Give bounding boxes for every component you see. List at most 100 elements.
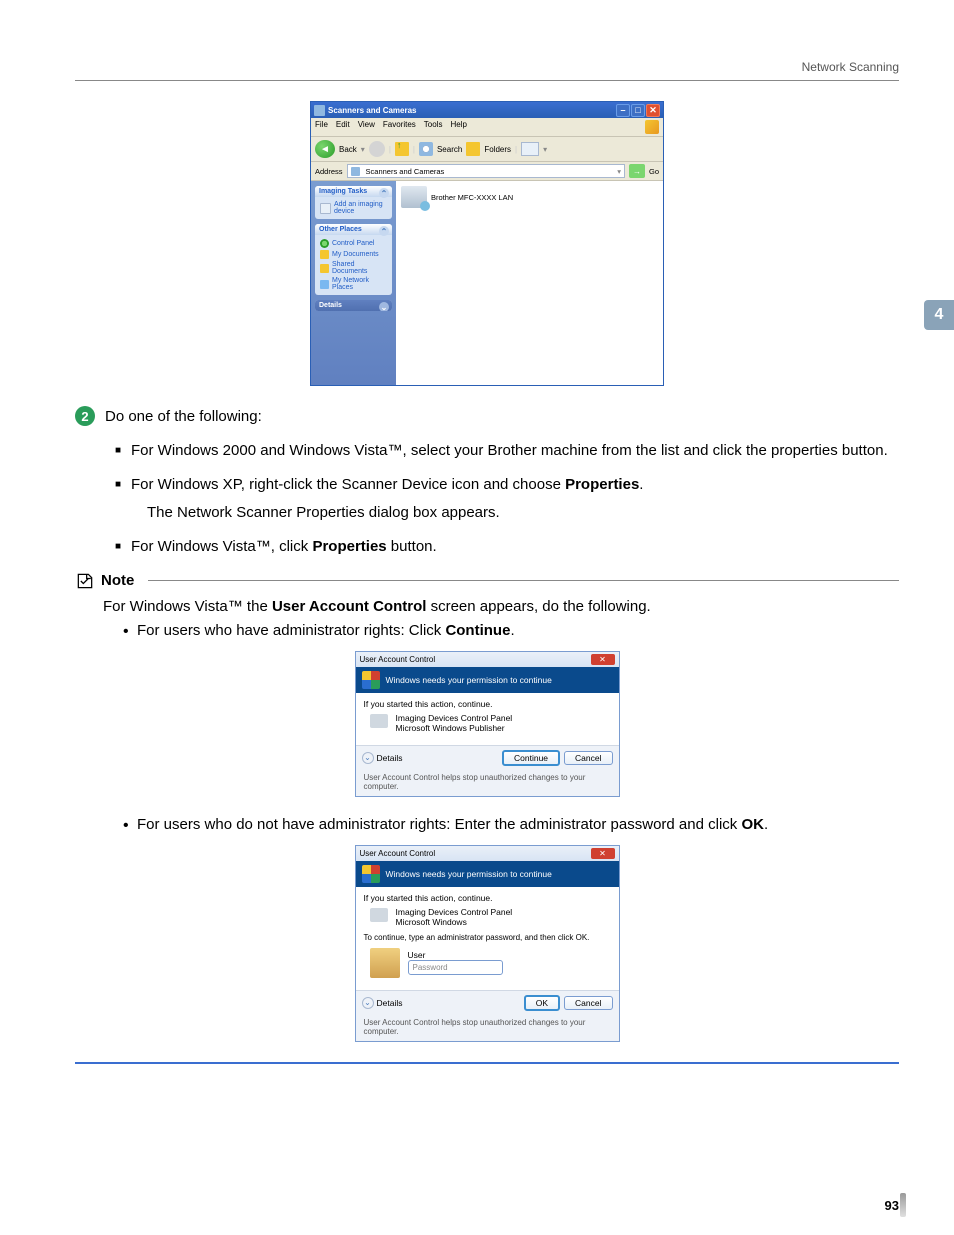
address-value: Scanners and Cameras bbox=[366, 167, 445, 176]
uac-banner: Windows needs your permission to continu… bbox=[356, 667, 619, 693]
chapter-tab: 4 bbox=[924, 300, 954, 330]
note-item-nonadmin: For users who do not have administrator … bbox=[123, 813, 899, 837]
menu-edit[interactable]: Edit bbox=[336, 120, 350, 134]
maximize-button[interactable]: □ bbox=[631, 104, 645, 117]
folder-icon bbox=[351, 167, 360, 176]
up-icon[interactable]: ↑ bbox=[395, 142, 409, 156]
folders-icon[interactable] bbox=[466, 142, 480, 156]
views-icon[interactable] bbox=[521, 142, 539, 156]
windows-logo-icon bbox=[645, 120, 659, 134]
panel-other-places: Other Places ⌃ Control Panel My Document… bbox=[315, 224, 392, 295]
menu-tools[interactable]: Tools bbox=[424, 120, 443, 134]
step-options: For Windows 2000 and Windows Vista™, sel… bbox=[115, 439, 899, 559]
note-lead: For Windows Vista™ the User Account Cont… bbox=[103, 595, 899, 619]
close-button[interactable]: ✕ bbox=[591, 654, 615, 665]
shield-icon bbox=[362, 865, 380, 883]
uac-dialog-continue: User Account Control ✕ Windows needs you… bbox=[355, 651, 620, 797]
note-label: Note bbox=[101, 572, 134, 589]
uac-footer: User Account Control helps stop unauthor… bbox=[356, 1015, 619, 1041]
note-rule bbox=[148, 580, 899, 581]
continue-button[interactable]: Continue bbox=[502, 750, 560, 766]
chevron-down-icon: ⌄ bbox=[362, 752, 374, 764]
details-toggle[interactable]: ⌄ Details bbox=[362, 997, 403, 1009]
menu-view[interactable]: View bbox=[358, 120, 375, 134]
folders-label[interactable]: Folders bbox=[484, 145, 511, 154]
chevron-down-icon: ⌄ bbox=[362, 997, 374, 1009]
scanner-icon bbox=[401, 186, 427, 208]
header-rule bbox=[75, 80, 899, 81]
cancel-button[interactable]: Cancel bbox=[564, 996, 612, 1010]
explorer-sidebar: Imaging Tasks ⌃ Add an imaging device Ot… bbox=[311, 181, 396, 385]
search-label[interactable]: Search bbox=[437, 145, 462, 154]
close-button[interactable]: ✕ bbox=[646, 104, 660, 117]
sidebar-item-my-network-places[interactable]: My Network Places bbox=[320, 276, 387, 292]
search-icon[interactable] bbox=[419, 142, 433, 156]
uac-banner: Windows needs your permission to continu… bbox=[356, 861, 619, 887]
menubar: File Edit View Favorites Tools Help bbox=[311, 118, 663, 137]
dropdown-icon[interactable]: ▾ bbox=[543, 145, 547, 154]
toolbar: ◄ Back ▾ | ↑ | Search Folders | ▾ bbox=[311, 137, 663, 162]
ok-button[interactable]: OK bbox=[524, 995, 560, 1011]
expand-icon[interactable]: ⌄ bbox=[379, 302, 389, 311]
panel-header[interactable]: Details ⌄ bbox=[315, 300, 392, 311]
menu-help[interactable]: Help bbox=[450, 120, 466, 134]
note-header: Note bbox=[75, 571, 899, 591]
collapse-icon[interactable]: ⌃ bbox=[379, 188, 389, 198]
close-button[interactable]: ✕ bbox=[591, 848, 615, 859]
page-corner-decoration bbox=[900, 1193, 906, 1217]
option-winxp: For Windows XP, right-click the Scanner … bbox=[115, 473, 899, 525]
option-win2000-vista: For Windows 2000 and Windows Vista™, sel… bbox=[115, 439, 899, 463]
note-list-2: For users who do not have administrator … bbox=[123, 813, 899, 837]
password-input[interactable]: Password bbox=[408, 960, 503, 975]
uac-titlebar: User Account Control ✕ bbox=[356, 652, 619, 667]
menu-favorites[interactable]: Favorites bbox=[383, 120, 416, 134]
uac-banner-text: Windows needs your permission to continu… bbox=[386, 869, 552, 879]
option-winxp-sub: The Network Scanner Properties dialog bo… bbox=[147, 501, 899, 525]
collapse-icon[interactable]: ⌃ bbox=[379, 226, 389, 236]
back-button[interactable]: ◄ bbox=[315, 140, 335, 158]
uac-username: User bbox=[408, 950, 503, 960]
uac-instruction: If you started this action, continue. bbox=[364, 893, 611, 903]
back-label: Back bbox=[339, 145, 357, 154]
page: Network Scanning Scanners and Cameras – … bbox=[75, 60, 899, 1175]
cancel-button[interactable]: Cancel bbox=[564, 751, 612, 765]
addressbar: Address Scanners and Cameras ▾ → Go bbox=[311, 162, 663, 181]
uac-password-instruction: To continue, type an administrator passw… bbox=[364, 933, 611, 942]
address-label: Address bbox=[315, 167, 343, 176]
uac-titlebar: User Account Control ✕ bbox=[356, 846, 619, 861]
details-toggle[interactable]: ⌄ Details bbox=[362, 752, 403, 764]
uac-app-name: Imaging Devices Control Panel bbox=[396, 907, 513, 917]
uac-app-name: Imaging Devices Control Panel bbox=[396, 713, 513, 723]
dropdown-icon[interactable]: ▾ bbox=[361, 145, 365, 154]
note-icon bbox=[75, 571, 95, 591]
app-icon bbox=[370, 908, 388, 922]
option-vista: For Windows Vista™, click Properties but… bbox=[115, 535, 899, 559]
sidebar-item-control-panel[interactable]: Control Panel bbox=[320, 238, 387, 249]
scanner-device[interactable]: Brother MFC-XXXX LAN bbox=[401, 186, 658, 208]
footer-rule bbox=[75, 1062, 899, 1064]
sidebar-item-add-imaging-device[interactable]: Add an imaging device bbox=[320, 200, 387, 216]
go-button[interactable]: → bbox=[629, 164, 645, 178]
panel-details: Details ⌄ bbox=[315, 300, 392, 311]
window-title: Scanners and Cameras bbox=[328, 106, 616, 115]
section-header: Network Scanning bbox=[75, 60, 899, 74]
note-list: For users who have administrator rights:… bbox=[123, 619, 899, 643]
step-text: Do one of the following: bbox=[105, 406, 262, 429]
sidebar-item-my-documents[interactable]: My Documents bbox=[320, 249, 387, 260]
sidebar-item-shared-documents[interactable]: Shared Documents bbox=[320, 260, 387, 276]
minimize-button[interactable]: – bbox=[616, 104, 630, 117]
explorer-content: Brother MFC-XXXX LAN bbox=[396, 181, 663, 385]
uac-banner-text: Windows needs your permission to continu… bbox=[386, 675, 552, 685]
panel-header[interactable]: Other Places ⌃ bbox=[315, 224, 392, 235]
note-item-admin: For users who have administrator rights:… bbox=[123, 619, 899, 643]
app-icon bbox=[370, 714, 388, 728]
chevron-down-icon[interactable]: ▾ bbox=[617, 167, 621, 176]
panel-imaging-tasks: Imaging Tasks ⌃ Add an imaging device bbox=[315, 186, 392, 219]
menu-file[interactable]: File bbox=[315, 120, 328, 134]
explorer-titlebar: Scanners and Cameras – □ ✕ bbox=[311, 102, 663, 118]
address-input[interactable]: Scanners and Cameras ▾ bbox=[347, 164, 625, 178]
explorer-window: Scanners and Cameras – □ ✕ File Edit Vie… bbox=[310, 101, 664, 386]
step-2: 2 Do one of the following: bbox=[75, 406, 899, 429]
forward-button[interactable] bbox=[369, 141, 385, 157]
panel-header[interactable]: Imaging Tasks ⌃ bbox=[315, 186, 392, 197]
